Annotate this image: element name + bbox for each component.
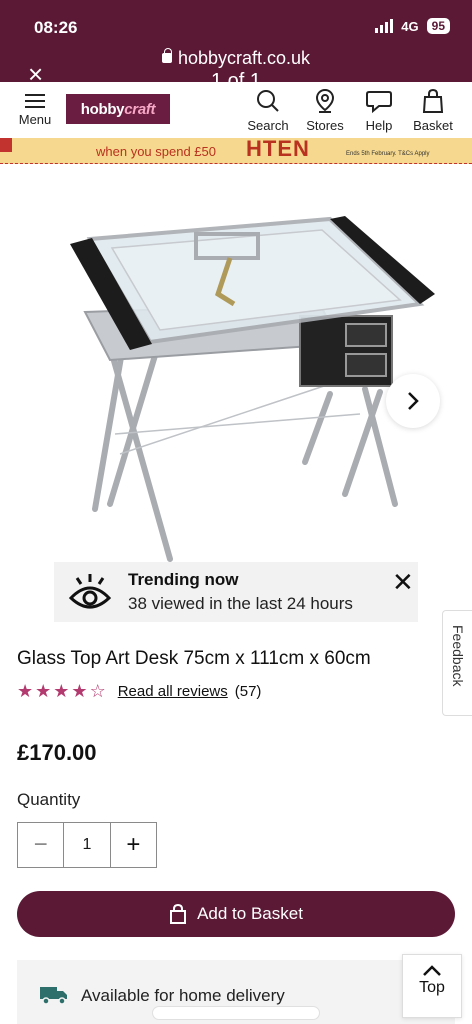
- delivery-truck-icon: [40, 987, 67, 1005]
- address-bar[interactable]: hobbycraft.co.uk: [0, 48, 472, 69]
- star-full-icon: ★: [35, 681, 52, 701]
- delivery-text: Available for home delivery: [81, 986, 285, 1005]
- product-price: £170.00: [17, 740, 97, 765]
- chevron-up-icon: [423, 965, 441, 976]
- trending-title: Trending now: [128, 570, 239, 589]
- basket-button[interactable]: Basket: [408, 86, 458, 133]
- browser-chrome: 08:26 4G 95 hobbycraft.co.uk × 1 of 1: [0, 0, 472, 82]
- hobbycraft-logo[interactable]: hobby craft: [66, 94, 170, 124]
- logo-text-craft: craft: [124, 100, 156, 118]
- reviews-count: (57): [234, 682, 262, 700]
- eye-icon: [68, 574, 112, 609]
- quantity-stepper: − 1 +: [17, 822, 157, 868]
- carousel-next-button[interactable]: [386, 374, 440, 428]
- glass-art-desk-image: [70, 216, 435, 562]
- trending-close-button[interactable]: ✕: [392, 569, 414, 595]
- trending-notice: Trending now 38 viewed in the last 24 ho…: [54, 562, 418, 622]
- promo-text: when you spend £50: [96, 144, 216, 159]
- stores-label: Stores: [306, 118, 344, 133]
- increase-quantity-button[interactable]: +: [111, 823, 156, 867]
- status-time: 08:26: [34, 18, 78, 37]
- top-label: Top: [419, 979, 445, 996]
- logo-text-hobby: hobby: [80, 100, 125, 118]
- star-full-icon: ★: [53, 681, 70, 701]
- trending-subtitle: 38 viewed in the last 24 hours: [128, 594, 353, 613]
- search-button[interactable]: Search: [240, 86, 296, 133]
- back-to-top-button[interactable]: Top: [402, 954, 462, 1018]
- page-counter: 1 of 1: [210, 70, 262, 82]
- search-label: Search: [247, 118, 289, 133]
- promo-banner[interactable]: when you spend £50 HTEN Ends 5th Februar…: [0, 138, 472, 164]
- feedback-tab[interactable]: Feedback: [442, 610, 472, 716]
- site-header: Menu hobby craft Search Stores Help Baske…: [0, 82, 472, 138]
- chevron-right-icon: [408, 392, 419, 410]
- quantity-label: Quantity: [17, 790, 81, 809]
- star-full-icon: ★: [17, 681, 34, 701]
- location-pin-icon: [315, 88, 335, 113]
- decrease-quantity-button[interactable]: −: [18, 823, 63, 867]
- status-indicators: 4G 95: [375, 18, 450, 34]
- battery-icon: 95: [426, 18, 450, 34]
- help-label: Help: [365, 118, 393, 133]
- shopping-bag-icon: [422, 88, 444, 113]
- promo-decoration: [0, 138, 12, 152]
- product-image[interactable]: [0, 164, 472, 584]
- feedback-label: Feedback: [450, 625, 466, 687]
- promo-small-print: Ends 5th February. T&Cs Apply: [346, 151, 430, 157]
- quantity-input[interactable]: 1: [63, 823, 111, 867]
- menu-label: Menu: [18, 112, 52, 127]
- product-rating: ★ ★ ★ ★ ☆ Read all reviews (57): [17, 682, 261, 700]
- star-full-icon: ★: [71, 681, 88, 701]
- product-title: Glass Top Art Desk 75cm x 111cm x 60cm: [17, 648, 371, 669]
- header-nav: Search Stores Help Basket: [240, 86, 458, 133]
- menu-button[interactable]: Menu: [14, 90, 56, 127]
- add-to-basket-label: Add to Basket: [197, 904, 303, 923]
- search-icon: [257, 90, 279, 112]
- lock-icon: [161, 48, 172, 63]
- promo-code: HTEN: [246, 138, 310, 161]
- signal-icon: [375, 19, 394, 33]
- stores-button[interactable]: Stores: [300, 86, 350, 133]
- star-half-icon: ☆: [89, 681, 106, 701]
- network-label: 4G: [401, 18, 419, 34]
- read-reviews-link[interactable]: Read all reviews: [118, 683, 228, 700]
- add-to-basket-button[interactable]: Add to Basket: [17, 891, 455, 937]
- hamburger-icon: [14, 94, 56, 108]
- url-text: hobbycraft.co.uk: [177, 48, 311, 68]
- chat-bubble-icon: [366, 91, 392, 114]
- home-indicator: [152, 1006, 320, 1020]
- basket-label: Basket: [413, 118, 453, 133]
- shopping-bag-icon: [170, 904, 187, 924]
- help-button[interactable]: Help: [354, 86, 404, 133]
